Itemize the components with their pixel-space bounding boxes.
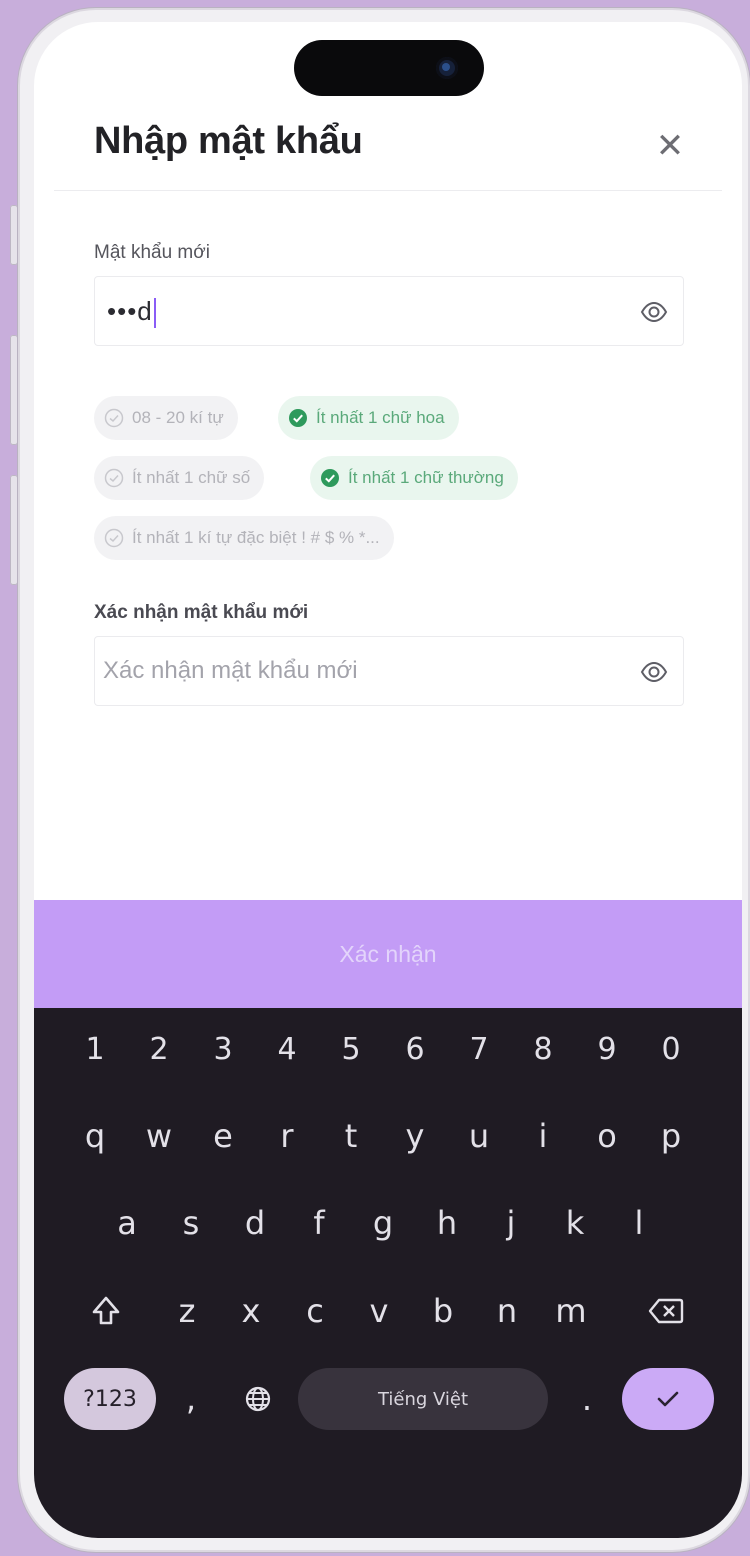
key-b[interactable]: b (418, 1276, 468, 1346)
key-1[interactable]: 1 (70, 1014, 120, 1084)
keyboard-bottom-row: ?123 , Tiếng Việt . (34, 1364, 742, 1434)
requirement-chip-digit: Ít nhất 1 chữ số (94, 456, 265, 500)
key-n[interactable]: n (482, 1276, 532, 1346)
key-x[interactable]: x (226, 1276, 276, 1346)
key-8[interactable]: 8 (518, 1014, 568, 1084)
key-p[interactable]: p (646, 1101, 696, 1171)
new-password-field[interactable]: •••d (94, 276, 684, 346)
key-u[interactable]: u (454, 1101, 504, 1171)
key-s[interactable]: s (166, 1188, 216, 1258)
key-m[interactable]: m (546, 1276, 596, 1346)
text-caret (153, 298, 156, 329)
phone-side-button (10, 205, 18, 265)
key-z[interactable]: z (162, 1276, 212, 1346)
key-f[interactable]: f (294, 1188, 344, 1258)
page-title: Nhập mật khẩu (94, 120, 363, 162)
key-k[interactable]: k (550, 1188, 600, 1258)
checkmark-icon (657, 1391, 679, 1407)
key-r[interactable]: r (262, 1101, 312, 1171)
key-l[interactable]: l (614, 1188, 664, 1258)
requirement-chip-length: 08 - 20 kí tự (94, 396, 238, 440)
shift-icon (92, 1296, 120, 1325)
requirement-chip-special: Ít nhất 1 kí tự đặc biệt ! # $ % *... (94, 516, 394, 560)
keyboard-letter-row: asdfghjkl (34, 1188, 742, 1258)
key-t[interactable]: t (326, 1101, 376, 1171)
on-screen-keyboard: 1234567890 qwertyuiop asdfghjkl zxcvbnm … (34, 1008, 742, 1538)
key-c[interactable]: c (290, 1276, 340, 1346)
check-circle-outline-icon (104, 468, 124, 488)
header-divider (54, 190, 722, 191)
key-5[interactable]: 5 (326, 1014, 376, 1084)
check-circle-outline-icon (104, 408, 124, 428)
key-d[interactable]: d (230, 1188, 280, 1258)
key-a[interactable]: a (102, 1188, 152, 1258)
key-6[interactable]: 6 (390, 1014, 440, 1084)
requirement-chip-lowercase: Ít nhất 1 chữ thường (310, 456, 518, 500)
phone-side-button (10, 475, 18, 585)
key-q[interactable]: q (70, 1101, 120, 1171)
eye-icon[interactable] (639, 297, 669, 327)
keyboard-number-row: 1234567890 (34, 1014, 742, 1084)
close-icon[interactable]: ✕ (652, 128, 688, 164)
key-h[interactable]: h (422, 1188, 472, 1258)
camera-icon (436, 57, 458, 79)
check-circle-filled-icon (289, 409, 307, 427)
keyboard-letter-row: zxcvbnm (34, 1276, 742, 1346)
backspace-key[interactable] (638, 1276, 694, 1346)
backspace-icon (648, 1298, 684, 1324)
key-y[interactable]: y (390, 1101, 440, 1171)
key-g[interactable]: g (358, 1188, 408, 1258)
phone-screen: Nhập mật khẩu ✕ Mật khẩu mới •••d 08 - 2… (34, 22, 742, 1538)
key-o[interactable]: o (582, 1101, 632, 1171)
key-3[interactable]: 3 (198, 1014, 248, 1084)
globe-key[interactable] (232, 1364, 284, 1434)
period-key[interactable]: . (562, 1364, 612, 1434)
globe-icon (245, 1386, 271, 1412)
new-password-label: Mật khẩu mới (94, 242, 210, 263)
check-circle-outline-icon (104, 528, 124, 548)
confirm-password-placeholder: Xác nhận mật khẩu mới (103, 657, 358, 684)
confirm-button[interactable]: Xác nhận (34, 900, 742, 1008)
key-0[interactable]: 0 (646, 1014, 696, 1084)
key-e[interactable]: e (198, 1101, 248, 1171)
key-i[interactable]: i (518, 1101, 568, 1171)
phone-side-button (10, 335, 18, 445)
key-7[interactable]: 7 (454, 1014, 504, 1084)
key-2[interactable]: 2 (134, 1014, 184, 1084)
key-j[interactable]: j (486, 1188, 536, 1258)
enter-key[interactable] (622, 1368, 714, 1430)
confirm-password-label: Xác nhận mật khẩu mới (94, 602, 309, 623)
comma-key[interactable]: , (166, 1364, 216, 1434)
key-w[interactable]: w (134, 1101, 184, 1171)
new-password-value: •••d (107, 296, 156, 329)
eye-icon[interactable] (639, 657, 669, 687)
key-v[interactable]: v (354, 1276, 404, 1346)
key-4[interactable]: 4 (262, 1014, 312, 1084)
keyboard-letter-row: qwertyuiop (34, 1101, 742, 1171)
symbols-key[interactable]: ?123 (64, 1368, 156, 1430)
space-key[interactable]: Tiếng Việt (298, 1368, 548, 1430)
requirement-chip-uppercase: Ít nhất 1 chữ hoa (278, 396, 459, 440)
shift-key[interactable] (78, 1276, 134, 1346)
check-circle-filled-icon (321, 469, 339, 487)
key-9[interactable]: 9 (582, 1014, 632, 1084)
confirm-password-field[interactable]: Xác nhận mật khẩu mới (94, 636, 684, 706)
dynamic-island (294, 40, 484, 96)
